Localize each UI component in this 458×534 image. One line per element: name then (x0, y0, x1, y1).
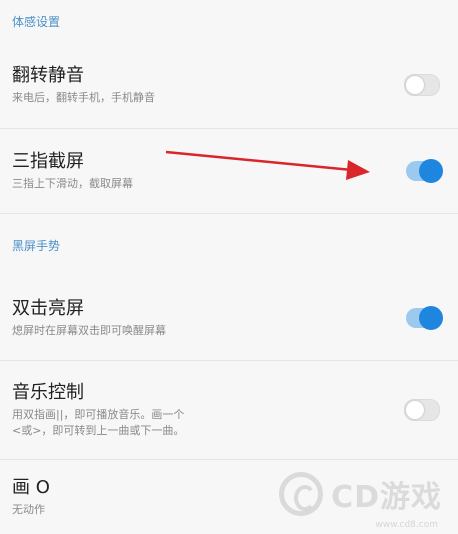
setting-music-control[interactable]: 音乐控制 用双指画||，即可播放音乐。画一个 <或>，即可转到上一曲或下一曲。 (0, 361, 458, 459)
setting-title: 翻转静音 (12, 65, 84, 86)
setting-description: 熄屏时在屏幕双击即可唤醒屏幕 (12, 324, 166, 337)
section-header-motion: 体感设置 (0, 0, 458, 42)
arrow-shaft (165, 150, 353, 172)
double-tap-wake-toggle[interactable] (406, 306, 443, 330)
toggle-knob (406, 401, 424, 419)
watermark-brand: CD游戏 (331, 480, 442, 515)
watermark: CD游戏 (279, 472, 442, 516)
setting-description-line2: <或>，即可转到上一曲或下一曲。 (12, 424, 185, 437)
toggle-knob (419, 306, 443, 330)
three-finger-screenshot-toggle[interactable] (406, 159, 443, 183)
section-header-blackscreen: 黑屏手势 (0, 214, 458, 276)
arrow-head (346, 160, 370, 180)
music-control-toggle[interactable] (404, 399, 440, 421)
setting-double-tap-wake[interactable]: 双击亮屏 熄屏时在屏幕双击即可唤醒屏幕 (0, 276, 458, 360)
setting-description: 来电后，翻转手机，手机静音 (12, 91, 155, 104)
toggle-knob (419, 159, 443, 183)
setting-title: 双击亮屏 (12, 298, 84, 319)
setting-flip-mute[interactable]: 翻转静音 来电后，翻转手机，手机静音 (0, 42, 458, 128)
toggle-knob (406, 76, 424, 94)
red-arrow-annotation (165, 150, 370, 180)
flip-mute-toggle[interactable] (404, 74, 440, 96)
watermark-url: www.cd8.com (375, 520, 438, 530)
section-title: 黑屏手势 (12, 238, 61, 253)
watermark-logo-icon (279, 472, 324, 516)
section-title: 体感设置 (12, 14, 61, 29)
setting-description-line1: 用双指画||，即可播放音乐。画一个 (12, 408, 185, 421)
setting-title: 音乐控制 (12, 382, 84, 403)
